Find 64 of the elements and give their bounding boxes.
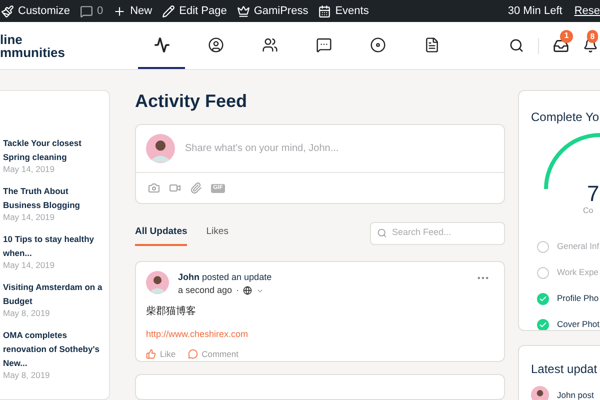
post-date: May 8, 2019 <box>3 308 51 319</box>
search-input[interactable]: Search Feed... <box>392 226 498 240</box>
feed-tab[interactable]: All Updates <box>135 220 188 246</box>
feed-tab[interactable]: Likes <box>206 220 228 246</box>
post-title-link[interactable]: The Truth About Business Blogging <box>3 184 105 212</box>
composer-input[interactable]: Share what's on your mind, John... <box>185 141 494 156</box>
time-left: 30 Min Left <box>508 4 562 19</box>
thumbs-up-icon <box>146 349 156 360</box>
search-feed-field[interactable]: Search Feed... <box>370 222 505 244</box>
globe-icon[interactable] <box>243 286 252 295</box>
page-title: Activity Feed <box>135 90 248 112</box>
post-date: May 14, 2019 <box>3 212 56 223</box>
progress-percent: 7 <box>587 183 600 205</box>
post-title-link[interactable]: Visiting Amsterdam on a Budget <box>3 280 105 308</box>
admin-bar-link[interactable]: Events <box>318 2 369 20</box>
chat-icon <box>316 36 332 52</box>
speech-bubble-icon <box>188 349 198 360</box>
notification-badge: 8 <box>587 30 598 43</box>
site-logo[interactable]: line mmunities <box>0 22 120 69</box>
post-date: May 8, 2019 <box>3 370 51 381</box>
search-icon <box>377 228 387 238</box>
calendar-icon <box>318 4 332 18</box>
crown-icon <box>236 4 250 18</box>
camera-icon[interactable] <box>148 182 160 194</box>
doc-icon <box>424 36 440 52</box>
people-icon <box>262 36 278 52</box>
paperclip-icon[interactable] <box>190 182 202 194</box>
pencil-icon <box>162 4 176 18</box>
post-title-link[interactable]: 10 Tips to stay healthy when... <box>3 232 105 260</box>
step-label: Cover Phot <box>557 318 600 330</box>
plus-icon <box>113 4 126 18</box>
activity-header: John posted an update <box>178 271 272 284</box>
step-label: Profile Pho <box>557 292 599 305</box>
inbox-icon[interactable] <box>553 38 569 54</box>
search-icon[interactable] <box>509 38 524 53</box>
avatar-icon <box>531 386 549 400</box>
post-date: May 14, 2019 <box>3 260 56 271</box>
widget-title: Latest updat <box>531 361 598 378</box>
profile-icon <box>208 36 224 52</box>
admin-bar-link[interactable]: 0 <box>80 2 104 20</box>
avatar-icon <box>146 271 169 294</box>
activity-icon <box>154 36 170 52</box>
reset-link[interactable]: Rese <box>574 2 600 20</box>
post-date: May 14, 2019 <box>3 164 56 175</box>
post-title-link[interactable]: OMA completes renovation of Sotheby's New... <box>3 328 105 370</box>
avatar-icon <box>146 134 175 163</box>
separator-dot: · <box>236 284 240 297</box>
widget-title: Complete Yo <box>531 110 600 124</box>
activity-text: 柴郡猫博客 <box>146 305 197 319</box>
bell-icon[interactable] <box>583 38 598 53</box>
brush-icon <box>1 4 14 18</box>
activity-time: a second ago <box>178 284 232 297</box>
comment-icon <box>80 4 93 18</box>
progress-caption: Co <box>583 207 594 215</box>
inbox-badge: 1 <box>560 30 573 42</box>
admin-bar-link[interactable]: GamiPress <box>236 2 308 20</box>
step-label: General Inf <box>557 240 600 253</box>
video-icon[interactable] <box>169 182 181 194</box>
post-title-link[interactable]: Tackle Your closest Spring cleaning <box>3 136 105 164</box>
admin-bar-link[interactable]: Edit Page <box>162 2 227 20</box>
step-label: Work Expe <box>557 266 598 279</box>
admin-bar-link[interactable]: Customize <box>1 2 70 20</box>
update-text: John post <box>557 388 594 400</box>
admin-bar-link[interactable]: New <box>113 2 152 20</box>
